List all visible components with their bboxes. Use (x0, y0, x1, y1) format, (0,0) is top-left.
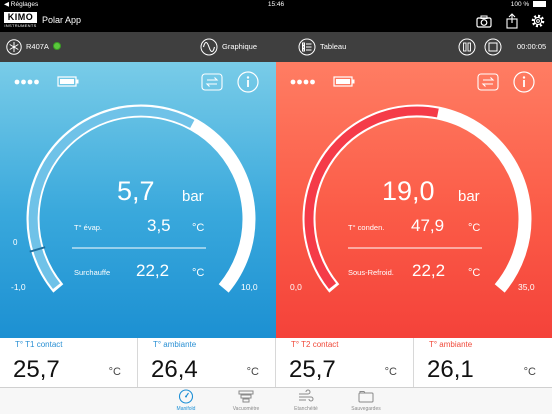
kimo-logo: KIMO INSTRUMENTS (4, 12, 37, 29)
connection-status-dot (53, 42, 61, 50)
signal-dots-icon (290, 79, 315, 85)
high-pressure-unit: bar (458, 188, 480, 205)
share-icon[interactable] (504, 13, 520, 29)
evap-temp-unit: °C (192, 222, 205, 234)
signal-dots-icon (14, 79, 39, 85)
low-pressure-unit: bar (182, 188, 204, 205)
subcooling-value: 22,2 (412, 261, 446, 280)
value-label: T° ambiante (429, 340, 473, 349)
cond-temp-value: 47,9 (411, 216, 445, 235)
cond-temp-unit: °C (468, 222, 481, 234)
app-title: Polar App (42, 15, 82, 25)
battery-status: 100 % (511, 0, 546, 10)
high-pressure-value: 19,0 (382, 176, 435, 206)
battery-full-icon (333, 76, 355, 87)
value-unit: °C (523, 366, 536, 378)
value-number: 25,7 (289, 356, 336, 383)
low-pressure-value: 5,7 (117, 176, 155, 206)
battery-icon (533, 1, 546, 7)
table-button[interactable]: Tableau (320, 42, 346, 51)
app-header: KIMO INSTRUMENTS Polar App (0, 10, 552, 32)
graph-button[interactable]: Graphique (222, 42, 257, 51)
gauge-min-label: 0,0 (290, 282, 302, 292)
superheat-value: 22,2 (136, 261, 170, 280)
superheat-label: Surchauffe (74, 268, 111, 277)
value-cell[interactable]: T° ambiante 26,4 °C (138, 338, 276, 387)
elapsed-timer: 00:00:05 (517, 42, 547, 51)
logo-subtext: INSTRUMENTS (4, 23, 37, 28)
stop-icon[interactable] (484, 38, 502, 56)
value-number: 26,1 (427, 356, 474, 383)
wind-icon (299, 389, 314, 402)
swap-sensor-icon[interactable] (477, 73, 499, 91)
evap-temp-value: 3,5 (147, 216, 171, 235)
tab-label: Sauvegardes (351, 406, 381, 412)
high-pressure-panel: 19,0 bar T° conden. 47,9 °C Sous-Refroid… (276, 62, 552, 338)
tab-vacuometer[interactable]: Vacuomètre (216, 388, 276, 414)
subcooling-unit: °C (468, 267, 481, 279)
gauge-icon (178, 389, 194, 404)
graph-icon[interactable] (200, 38, 218, 56)
value-label: T° T1 contact (15, 340, 63, 349)
battery-percent: 100 % (510, 1, 530, 8)
value-number: 26,4 (151, 356, 198, 383)
pause-icon[interactable] (458, 38, 476, 56)
value-cell[interactable]: T° T2 contact 25,7 °C (276, 338, 414, 387)
folder-icon (358, 391, 374, 403)
value-unit: °C (108, 366, 121, 378)
clock: 15:46 (267, 1, 285, 8)
info-icon[interactable] (237, 71, 259, 93)
vacuum-icon (238, 390, 254, 403)
tab-leak-test[interactable]: Etanchéité (276, 388, 336, 414)
subcooling-label: Sous-Refroid. (348, 268, 394, 277)
low-pressure-panel: 5,7 bar T° évap. 3,5 °C Surchauffe 22,2 … (0, 62, 276, 338)
logo-text: KIMO (4, 12, 37, 23)
superheat-unit: °C (192, 267, 205, 279)
cond-temp-label: T° conden. (348, 223, 385, 232)
value-unit: °C (384, 366, 397, 378)
toolbar: R407A Graphique Tableau 00:00:05 (0, 32, 552, 62)
settings-gear-icon[interactable] (530, 13, 546, 29)
tab-manifold[interactable]: Manifold (156, 388, 216, 414)
gauge-fill (28, 106, 195, 289)
value-label: T° ambiante (153, 340, 197, 349)
snowflake-icon (6, 39, 22, 55)
value-cell[interactable]: T° ambiante 26,1 °C (414, 338, 552, 387)
gauge-max-label: 35,0 (518, 282, 535, 292)
gauge-min-label: -1,0 (11, 282, 26, 292)
value-number: 25,7 (13, 356, 60, 383)
evap-temp-label: T° évap. (74, 223, 103, 232)
swap-sensor-icon[interactable] (201, 73, 223, 91)
tab-label: Manifold (176, 406, 196, 412)
tab-label: Vacuomètre (232, 406, 260, 412)
value-label: T° T2 contact (291, 340, 339, 349)
table-icon[interactable] (298, 38, 316, 56)
tab-bar: Manifold Vacuomètre Etanchéité Sauvegard… (0, 387, 552, 414)
value-unit: °C (246, 366, 259, 378)
gauge-max-label: 10,0 (241, 282, 258, 292)
camera-icon[interactable] (476, 13, 492, 29)
temperature-values-row: T° T1 contact 25,7 °C T° ambiante 26,4 °… (0, 338, 552, 387)
tab-saves[interactable]: Sauvegardes (336, 388, 396, 414)
tab-label: Etanchéité (294, 406, 318, 412)
value-cell[interactable]: T° T1 contact 25,7 °C (0, 338, 138, 387)
info-icon[interactable] (513, 71, 535, 93)
battery-full-icon (57, 76, 79, 87)
gauge-zero-label: 0 (13, 238, 18, 247)
refrigerant-label[interactable]: R407A (26, 42, 49, 51)
status-bar: ◀ Réglages 15:46 100 % (0, 0, 552, 10)
